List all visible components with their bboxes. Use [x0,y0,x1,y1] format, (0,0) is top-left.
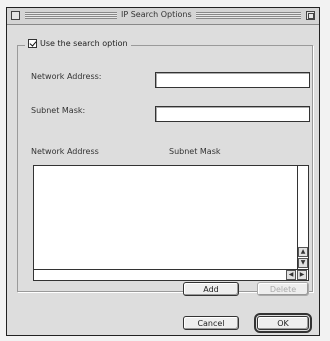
zoom-box-icon[interactable] [306,11,315,20]
subnet-mask-label: Subnet Mask: [31,106,86,115]
search-option-label: Use the search option [40,39,128,48]
subnet-mask-input[interactable] [155,106,310,122]
delete-button[interactable]: Delete [257,282,309,296]
horizontal-scrollbar[interactable]: ◀ ▶ [34,269,308,280]
list-column-network-address: Network Address [31,147,99,156]
ip-search-options-dialog: IP Search Options Use the search option … [6,7,320,336]
scroll-right-icon[interactable]: ▶ [297,270,307,280]
scroll-left-icon[interactable]: ◀ [286,270,296,280]
network-address-input[interactable] [155,72,310,88]
title-bar[interactable]: IP Search Options [7,8,319,25]
cancel-button[interactable]: Cancel [183,316,239,330]
list-column-subnet-mask: Subnet Mask [169,147,221,156]
scroll-up-icon[interactable]: ▲ [298,247,308,257]
search-option-checkbox[interactable] [28,39,37,48]
window-title: IP Search Options [117,10,196,19]
network-address-label: Network Address: [31,72,102,81]
ok-button[interactable]: OK [254,313,312,333]
add-button[interactable]: Add [183,282,239,296]
close-box-icon[interactable] [11,11,20,20]
scroll-down-icon[interactable]: ▼ [298,258,308,268]
search-option-toggle[interactable]: Use the search option [25,39,131,48]
address-list[interactable]: ▲ ▼ ◀ ▶ [33,165,309,281]
vertical-scrollbar[interactable]: ▲ ▼ [297,166,308,269]
